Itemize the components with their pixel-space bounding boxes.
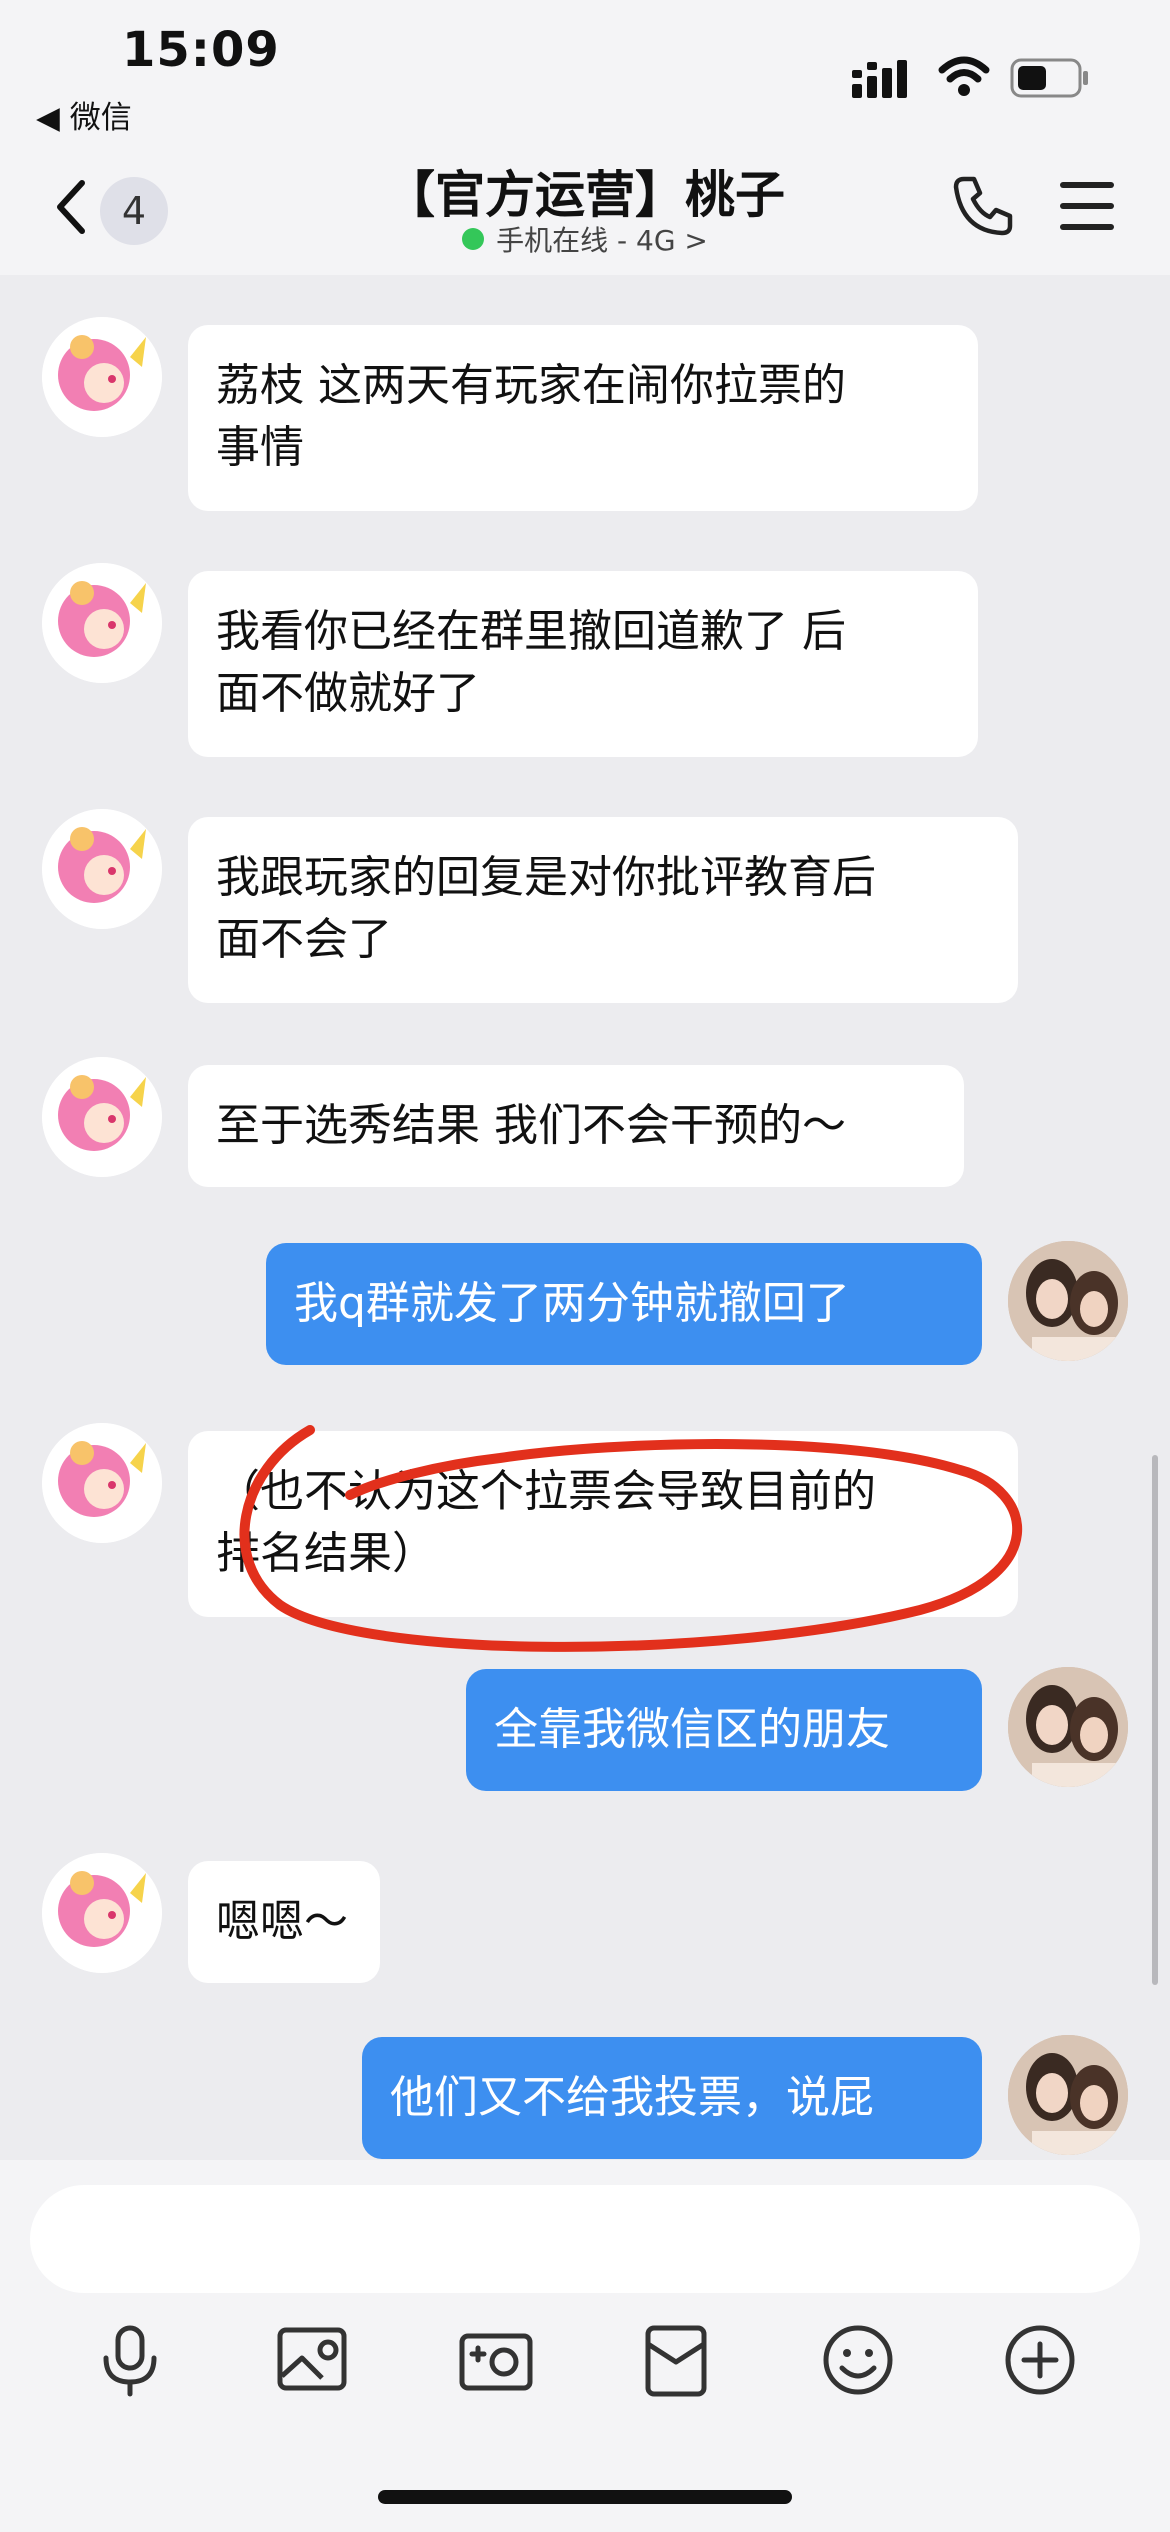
message-line: 面不做就好了: [216, 668, 480, 719]
home-indicator[interactable]: [378, 2490, 792, 2504]
message-line: 全靠我微信区的朋友: [494, 1704, 890, 1755]
back-to-app-link[interactable]: ◀ 微信: [36, 92, 132, 137]
scrollbar[interactable]: [1152, 1455, 1158, 1985]
clock: 15:09: [122, 22, 280, 78]
message-line: 我q群就发了两分钟就撤回了: [294, 1278, 850, 1329]
phone-call-icon[interactable]: [950, 173, 1016, 239]
message-line: 事情: [216, 422, 304, 473]
user-photo-avatar-icon: [1008, 2035, 1128, 2155]
composer: [0, 2160, 1170, 2532]
anime-girl-avatar-icon: [42, 317, 162, 437]
plus-icon[interactable]: [1000, 2320, 1080, 2400]
red-annotation-circle: [239, 1425, 1022, 1652]
anime-girl-avatar-icon: [42, 563, 162, 683]
message-list[interactable]: 荔枝 这两天有玩家在闹你拉票的 事情 我看你已经在群里撤回道歉了 后 面不做就好…: [0, 275, 1170, 2160]
status-bar: 15:09 ◀ 微信: [0, 0, 1170, 137]
my-avatar[interactable]: [1008, 2035, 1128, 2155]
anime-girl-avatar-icon: [42, 1853, 162, 1973]
anime-girl-avatar-icon: [42, 1057, 162, 1177]
message-bubble[interactable]: 我跟玩家的回复是对你批评教育后 面不会了: [188, 817, 1018, 1003]
message-bubble[interactable]: 荔枝 这两天有玩家在闹你拉票的 事情: [188, 325, 978, 511]
red-packet-icon[interactable]: [636, 2320, 716, 2400]
camera-icon[interactable]: [456, 2320, 536, 2400]
message-bubble[interactable]: 至于选秀结果 我们不会干预的～: [188, 1065, 964, 1187]
peer-avatar[interactable]: [42, 563, 162, 683]
message-bubble[interactable]: 我看你已经在群里撤回道歉了 后 面不做就好了: [188, 571, 978, 757]
message-line: 嗯嗯～: [216, 1896, 348, 1947]
anime-girl-avatar-icon: [42, 1423, 162, 1543]
more-menu-icon[interactable]: [1058, 180, 1116, 232]
message-bubble[interactable]: 全靠我微信区的朋友: [466, 1669, 982, 1791]
image-icon[interactable]: [272, 2320, 352, 2400]
message-line: 荔枝 这两天有玩家在闹你拉票的: [216, 360, 846, 411]
online-status-text: 手机在线 - 4G >: [496, 224, 708, 257]
anime-girl-avatar-icon: [42, 809, 162, 929]
signal-icon: [852, 60, 907, 98]
my-avatar[interactable]: [1008, 1241, 1128, 1361]
online-dot-icon: [462, 228, 485, 250]
message-line: 我跟玩家的回复是对你批评教育后: [216, 852, 876, 903]
message-bubble[interactable]: 嗯嗯～: [188, 1861, 380, 1983]
message-line: 至于选秀结果 我们不会干预的～: [216, 1100, 846, 1151]
emoji-icon[interactable]: [818, 2320, 898, 2400]
user-photo-avatar-icon: [1008, 1241, 1128, 1361]
battery-icon: [1010, 58, 1088, 98]
wifi-icon: [938, 56, 990, 96]
peer-avatar[interactable]: [42, 809, 162, 929]
mic-icon[interactable]: [90, 2320, 170, 2400]
message-line: 面不会了: [216, 914, 392, 965]
my-avatar[interactable]: [1008, 1667, 1128, 1787]
user-photo-avatar-icon: [1008, 1667, 1128, 1787]
message-input[interactable]: [30, 2185, 1140, 2293]
peer-avatar[interactable]: [42, 1423, 162, 1543]
message-bubble[interactable]: 他们又不给我投票，说屁: [362, 2037, 982, 2159]
peer-avatar[interactable]: [42, 1853, 162, 1973]
chat-header: 4 【官方运营】桃子 手机在线 - 4G >: [0, 135, 1170, 275]
message-line: 他们又不给我投票，说屁: [390, 2072, 874, 2123]
message-bubble[interactable]: 我q群就发了两分钟就撤回了: [266, 1243, 982, 1365]
message-line: 我看你已经在群里撤回道歉了 后: [216, 606, 846, 657]
peer-avatar[interactable]: [42, 317, 162, 437]
peer-avatar[interactable]: [42, 1057, 162, 1177]
